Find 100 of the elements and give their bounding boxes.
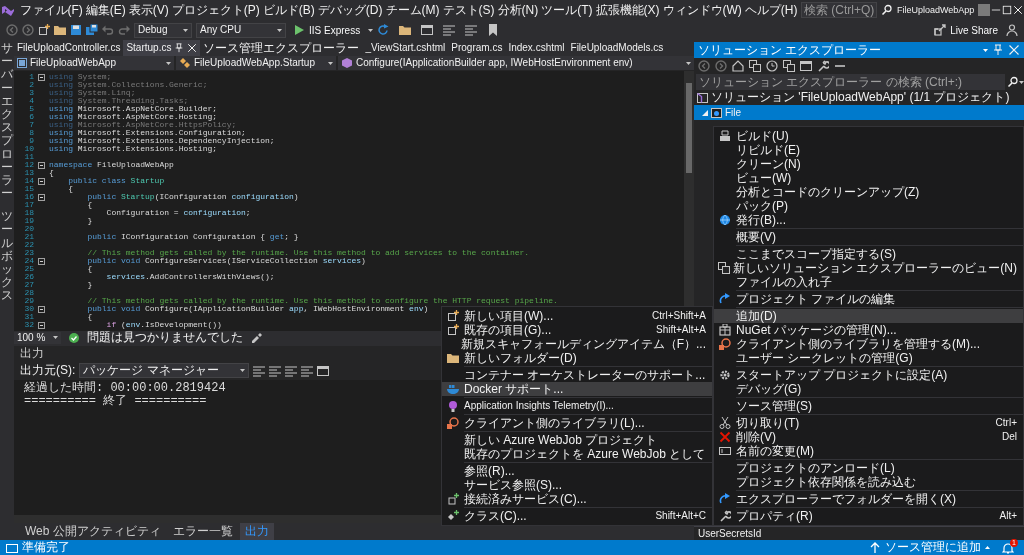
upload-icon[interactable]: [869, 541, 881, 554]
menu-item[interactable]: 削除(V) Del: [714, 430, 1023, 444]
caret-icon[interactable]: [985, 546, 990, 549]
bell-icon[interactable]: [1002, 541, 1014, 554]
menu-item[interactable]: ビュー(W): [714, 171, 1023, 185]
collapse-icon[interactable]: [37, 305, 45, 313]
menu-item[interactable]: ヘルプ(H): [743, 2, 799, 18]
menu-item[interactable]: 概要(V): [714, 230, 1023, 244]
menu-item[interactable]: 発行(B)...: [714, 213, 1023, 227]
avatar[interactable]: [978, 4, 991, 16]
new-project-icon[interactable]: [38, 24, 50, 36]
source-control-button[interactable]: ソース管理に追加: [885, 540, 981, 555]
menu-item[interactable]: 拡張機能(X): [594, 2, 661, 18]
menu-item[interactable]: 既存の項目(G)... Shift+Alt+A: [442, 323, 712, 337]
caret-icon[interactable]: [368, 28, 374, 32]
folder-icon[interactable]: [399, 24, 412, 36]
menu-item[interactable]: デバッグ(G): [714, 382, 1023, 396]
menu-item[interactable]: 分析(N): [496, 2, 540, 18]
configuration-dropdown[interactable]: Debug: [134, 22, 192, 38]
navigation-dropdown[interactable]: FileUploadWebApp: [14, 56, 174, 70]
search-field[interactable]: 検索 (Ctrl+Q): [801, 2, 877, 18]
side-tab[interactable]: ツールボックス: [1, 210, 13, 303]
collapse-icon[interactable]: [37, 73, 45, 81]
caret-icon[interactable]: [1019, 80, 1024, 84]
close-icon[interactable]: [1013, 5, 1024, 15]
editor-tab[interactable]: FileUploadController.cs: [14, 40, 124, 56]
undo-icon[interactable]: [102, 24, 114, 36]
list-icon[interactable]: [301, 364, 314, 377]
menu-item[interactable]: ウィンドウ(W): [661, 2, 744, 18]
menu-item[interactable]: 新規スキャフォールディングアイテム（F）...: [442, 337, 712, 351]
bookmark-icon[interactable]: [487, 24, 500, 36]
list-icon[interactable]: [443, 24, 456, 36]
redo-icon[interactable]: [118, 24, 130, 36]
menu-item[interactable]: 新しいフォルダー(D): [442, 351, 712, 365]
menu-item[interactable]: 参照(R)...: [442, 464, 712, 478]
search-icon[interactable]: [881, 4, 893, 16]
menu-item[interactable]: エクスプローラーでフォルダーを開く(X): [714, 492, 1023, 506]
collapse-icon[interactable]: [37, 177, 45, 185]
live-share-button[interactable]: Live Share: [930, 22, 1002, 38]
window-icon[interactable]: [421, 24, 434, 36]
clock-icon[interactable]: [766, 60, 778, 72]
platform-dropdown[interactable]: Any CPU: [196, 22, 286, 38]
menu-item[interactable]: テスト(S): [441, 2, 496, 18]
forward-icon[interactable]: [22, 24, 34, 36]
caret-icon[interactable]: [53, 336, 59, 339]
menu-item[interactable]: ビルド(U): [714, 129, 1023, 143]
home-icon[interactable]: [732, 60, 744, 72]
views-icon[interactable]: [783, 60, 795, 72]
zoom-dropdown[interactable]: 100 %: [14, 331, 62, 344]
list-icon[interactable]: [285, 364, 298, 377]
forward-icon[interactable]: [715, 60, 727, 72]
menu-item[interactable]: 表示(V): [127, 2, 171, 18]
navigation-dropdown[interactable]: Configure(IApplicationBuilder app, IWebHostEnvironment env): [338, 56, 694, 70]
menu-item[interactable]: ビルド(B): [261, 2, 317, 18]
menu-item[interactable]: ここまでスコープ指定する(S): [714, 247, 1023, 261]
menu-item[interactable]: ファイルの入れ子: [714, 275, 1023, 289]
editor-tab[interactable]: _ViewStart.cshtml: [362, 40, 449, 56]
editor-tab[interactable]: ソース管理エクスプローラー: [200, 40, 363, 56]
menu-item[interactable]: クライアント側のライブラリを管理する(M)...: [714, 337, 1023, 351]
expanded-icon[interactable]: [702, 109, 708, 116]
editor-tab[interactable]: Index.cshtml: [505, 40, 568, 56]
menu-item[interactable]: デバッグ(D): [316, 2, 384, 18]
caret-icon[interactable]: [166, 61, 171, 65]
scrollbar-thumb[interactable]: [686, 83, 692, 173]
back-icon[interactable]: [698, 60, 710, 72]
wrench-icon[interactable]: [817, 60, 829, 72]
caret-icon[interactable]: [686, 61, 691, 65]
menu-item[interactable]: 新しいソリューション エクスプローラーのビュー(N): [714, 261, 1023, 275]
editor-tab[interactable]: Program.cs: [448, 40, 506, 56]
menu-item[interactable]: ファイル(F): [18, 2, 85, 18]
menu-item[interactable]: サービス参照(S)...: [442, 478, 712, 492]
views-icon[interactable]: [749, 60, 761, 72]
list-icon[interactable]: [253, 364, 266, 377]
menu-item[interactable]: チーム(M): [384, 2, 441, 18]
menu-item[interactable]: 新しい Azure WebJob プロジェクト: [442, 433, 712, 447]
menu-item[interactable]: プロジェクト依存関係を読み込む: [714, 475, 1023, 489]
menu-item[interactable]: 切り取り(T) Ctrl+: [714, 416, 1023, 430]
menu-item[interactable]: Application Insights Telemetry(I)...: [442, 399, 712, 413]
menu-item[interactable]: クリーン(N): [714, 157, 1023, 171]
menu-item[interactable]: クラス(C)... Shift+Alt+C: [442, 509, 712, 523]
menu-item[interactable]: Docker サポート...: [442, 382, 712, 396]
menu-item[interactable]: リビルド(E): [714, 143, 1023, 157]
list-icon[interactable]: [269, 364, 282, 377]
panel-tab[interactable]: エラー一覧: [167, 523, 238, 540]
collapse-icon[interactable]: [37, 321, 45, 329]
back-icon[interactable]: [6, 24, 18, 36]
save-icon[interactable]: [70, 24, 82, 36]
maximize-icon[interactable]: [1002, 5, 1013, 15]
panel-tab[interactable]: 出力: [239, 523, 274, 540]
search-icon[interactable]: [1007, 76, 1019, 88]
start-button[interactable]: IIS Express: [290, 22, 365, 38]
editor-tab[interactable]: FileUploadModels.cs: [567, 40, 667, 56]
close-icon[interactable]: [187, 43, 198, 53]
folder-icon[interactable]: [54, 24, 66, 36]
menu-item[interactable]: 名前の変更(M): [714, 444, 1023, 458]
search-field[interactable]: ソリューション エクスプローラー の検索 (Ctrl+:): [696, 74, 1005, 90]
collapse-icon[interactable]: [37, 161, 45, 169]
menu-item[interactable]: プロパティ(R) Alt+: [714, 509, 1023, 523]
caret-icon[interactable]: [240, 369, 246, 372]
refresh-icon[interactable]: [377, 24, 390, 36]
